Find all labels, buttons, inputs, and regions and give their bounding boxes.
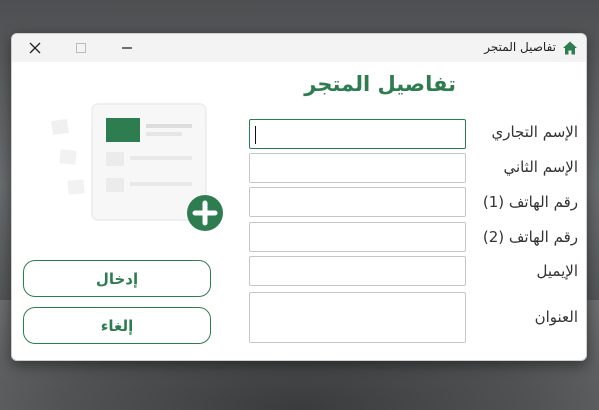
minimize-icon [122, 47, 132, 49]
text-caret [255, 126, 256, 144]
phone-2-label: رقم الهاتف (2) [482, 228, 578, 246]
window-title: تفاصيل المتجر [484, 40, 556, 54]
business-name-input[interactable] [249, 119, 466, 149]
plus-circle-icon[interactable] [183, 194, 228, 232]
email-input[interactable] [249, 256, 466, 286]
email-label: الإيميل [536, 262, 578, 280]
maximize-button[interactable] [58, 34, 104, 62]
close-icon [29, 42, 41, 54]
title-bar: تفاصيل المتجر [12, 34, 586, 62]
store-details-window: تفاصيل المتجر تفاصيل المتجر الإسم التجار… [11, 33, 587, 361]
address-label: العنوان [534, 308, 578, 326]
phone-1-label: رقم الهاتف (1) [482, 193, 578, 211]
phone-1-input[interactable] [249, 187, 466, 217]
second-name-label: الإسم الثاني [503, 158, 578, 176]
second-name-input[interactable] [249, 153, 466, 183]
address-input[interactable] [249, 292, 466, 343]
minimize-button[interactable] [104, 34, 150, 62]
cancel-button[interactable]: إلغاء [23, 307, 211, 344]
maximize-icon [76, 43, 86, 53]
page-title: تفاصيل المتجر [304, 72, 456, 96]
submit-button[interactable]: إدخال [23, 260, 211, 297]
home-icon [563, 41, 577, 55]
business-name-label: الإسم التجاري [491, 123, 578, 141]
phone-2-input[interactable] [249, 222, 466, 252]
close-button[interactable] [12, 34, 58, 62]
